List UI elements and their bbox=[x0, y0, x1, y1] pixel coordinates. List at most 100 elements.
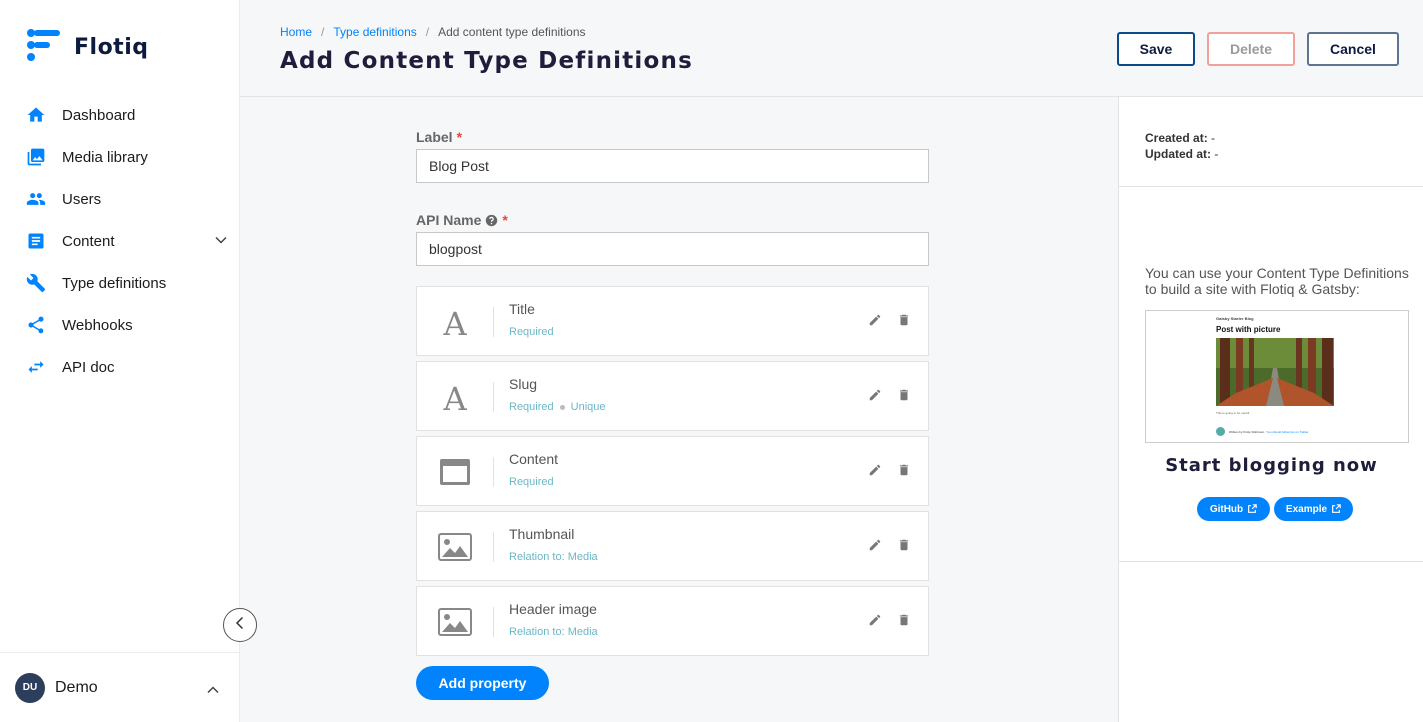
property-item-header-image[interactable]: Header image Relation to: Media bbox=[416, 586, 929, 656]
users-icon bbox=[26, 189, 46, 209]
divider bbox=[493, 532, 494, 562]
updated-at-label: Updated at: bbox=[1145, 147, 1211, 161]
created-at-value: - bbox=[1211, 131, 1216, 145]
trash-icon[interactable] bbox=[897, 463, 911, 482]
github-button-label: GitHub bbox=[1209, 503, 1244, 515]
image-icon bbox=[435, 528, 475, 566]
image-icon bbox=[435, 603, 475, 641]
property-item-thumbnail[interactable]: Thumbnail Relation to: Media bbox=[416, 511, 929, 581]
sidebar-item-api-doc[interactable]: API doc bbox=[0, 346, 240, 388]
breadcrumb-separator: / bbox=[321, 25, 325, 39]
property-name: Title bbox=[509, 301, 535, 317]
sidebar-item-label: API doc bbox=[62, 358, 115, 376]
ctd-form: Label * Blog Post API Name * blogpost A bbox=[416, 97, 929, 700]
forest-photo bbox=[1216, 338, 1334, 406]
property-name: Header image bbox=[509, 601, 597, 617]
example-button-label: Example bbox=[1285, 503, 1328, 515]
property-item-content[interactable]: Content Required bbox=[416, 436, 929, 506]
api-name-field-text: API Name bbox=[416, 212, 482, 228]
text-icon: A bbox=[435, 378, 475, 416]
home-icon bbox=[26, 105, 46, 125]
share-icon bbox=[26, 315, 46, 335]
preview-author: Written by Kirsty Robinson You should fo… bbox=[1216, 427, 1309, 436]
label-field-label: Label * bbox=[416, 129, 929, 145]
api-name-input[interactable]: blogpost bbox=[416, 232, 929, 266]
preview-author-avatar bbox=[1216, 427, 1225, 436]
logo[interactable]: Flotiq bbox=[26, 28, 149, 67]
rich-text-icon bbox=[435, 453, 475, 491]
delete-button[interactable]: Delete bbox=[1207, 32, 1295, 66]
example-button[interactable]: Example bbox=[1274, 497, 1353, 521]
wrench-icon bbox=[26, 273, 46, 293]
sidebar-item-content[interactable]: Content bbox=[0, 220, 240, 262]
main-content: Label * Blog Post API Name * blogpost A bbox=[240, 97, 1118, 722]
meta-required: Required bbox=[509, 401, 554, 413]
sidebar-item-label: Users bbox=[62, 190, 102, 208]
pencil-icon[interactable] bbox=[868, 463, 882, 482]
external-link-icon bbox=[1332, 504, 1341, 513]
user-menu[interactable]: DU Demo bbox=[0, 652, 240, 722]
user-name: Demo bbox=[55, 678, 98, 696]
meta-relation: Relation to: Media bbox=[509, 551, 598, 563]
promo-heading: Start blogging now bbox=[1165, 455, 1378, 476]
chevron-left-icon bbox=[233, 616, 247, 635]
question-circle-icon[interactable] bbox=[485, 214, 498, 227]
api-name-field-label: API Name * bbox=[416, 212, 929, 228]
text-icon: A bbox=[435, 303, 475, 341]
property-item-slug[interactable]: A Slug Required Unique bbox=[416, 361, 929, 431]
gatsby-promo: You can use your Content Type Definition… bbox=[1119, 187, 1423, 562]
property-meta: Required bbox=[509, 326, 554, 338]
trash-icon[interactable] bbox=[897, 388, 911, 407]
collapse-sidebar-button[interactable] bbox=[223, 608, 257, 642]
blog-preview-image: Gatsby Starter Blog Post with picture Th… bbox=[1145, 310, 1409, 443]
chevron-up-icon[interactable] bbox=[206, 683, 220, 702]
timestamps-box: Created at: - Updated at: - bbox=[1119, 97, 1423, 187]
property-name: Content bbox=[509, 451, 559, 467]
created-at-row: Created at: - bbox=[1145, 130, 1423, 146]
swap-arrows-icon bbox=[26, 357, 46, 377]
sidebar-item-webhooks[interactable]: Webhooks bbox=[0, 304, 240, 346]
pencil-icon[interactable] bbox=[868, 313, 882, 332]
updated-at-row: Updated at: - bbox=[1145, 146, 1423, 162]
trash-icon[interactable] bbox=[897, 613, 911, 632]
property-name: Thumbnail bbox=[509, 526, 575, 542]
sidebar-item-label: Media library bbox=[62, 148, 148, 166]
add-property-button[interactable]: Add property bbox=[416, 666, 549, 700]
pencil-icon[interactable] bbox=[868, 538, 882, 557]
breadcrumb-separator: / bbox=[425, 25, 430, 39]
property-meta: Required bbox=[509, 476, 554, 488]
divider bbox=[493, 457, 494, 487]
sidebar: Flotiq Dashboard Media library Users Con… bbox=[0, 0, 240, 722]
preview-body-text: This is going to be useful bbox=[1216, 411, 1250, 415]
breadcrumb-current: Add content type definitions bbox=[438, 25, 586, 39]
pencil-icon[interactable] bbox=[868, 613, 882, 632]
breadcrumb-type-definitions[interactable]: Type definitions bbox=[333, 25, 416, 39]
divider bbox=[493, 607, 494, 637]
document-icon bbox=[26, 231, 46, 251]
label-field-text: Label bbox=[416, 129, 453, 145]
promo-text: You can use your Content Type Definition… bbox=[1145, 265, 1409, 297]
sidebar-item-type-definitions[interactable]: Type definitions bbox=[0, 262, 240, 304]
meta-required: Required bbox=[509, 326, 554, 338]
label-input[interactable]: Blog Post bbox=[416, 149, 929, 183]
sidebar-item-users[interactable]: Users bbox=[0, 178, 240, 220]
meta-required: Required bbox=[509, 476, 554, 488]
breadcrumb-home[interactable]: Home bbox=[280, 25, 312, 39]
image-library-icon bbox=[26, 147, 46, 167]
page-title: Add Content Type Definitions bbox=[280, 48, 693, 74]
save-button[interactable]: Save bbox=[1117, 32, 1195, 66]
trash-icon[interactable] bbox=[897, 313, 911, 332]
sidebar-item-media-library[interactable]: Media library bbox=[0, 136, 240, 178]
sidebar-nav: Dashboard Media library Users Content Ty… bbox=[0, 94, 240, 388]
trash-icon[interactable] bbox=[897, 538, 911, 557]
preview-author-text: Written by Kirsty Robinson bbox=[1229, 429, 1265, 434]
divider bbox=[493, 307, 494, 337]
chevron-down-icon[interactable] bbox=[214, 233, 228, 252]
sidebar-item-dashboard[interactable]: Dashboard bbox=[0, 94, 240, 136]
github-button[interactable]: GitHub bbox=[1197, 497, 1270, 521]
cancel-button[interactable]: Cancel bbox=[1307, 32, 1399, 66]
preview-post-title: Post with picture bbox=[1216, 325, 1281, 334]
property-item-title[interactable]: A Title Required bbox=[416, 286, 929, 356]
logo-text: Flotiq bbox=[74, 35, 149, 60]
pencil-icon[interactable] bbox=[868, 388, 882, 407]
